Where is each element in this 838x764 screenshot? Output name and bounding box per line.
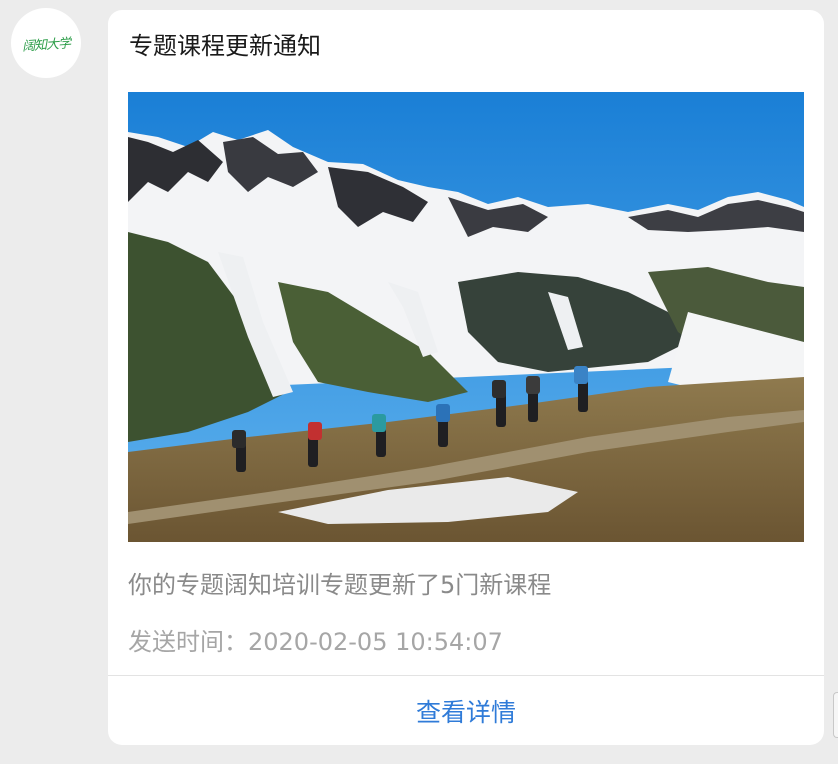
cover-image xyxy=(128,92,804,542)
sender-avatar[interactable]: 阔知大学 xyxy=(11,8,81,78)
notification-card[interactable]: 专题课程更新通知 你的专题阔知培训专题更新了5门新课程 发送时间：2020-02… xyxy=(108,10,824,745)
send-time: 发送时间：2020-02-05 10:54:07 xyxy=(128,628,503,656)
card-title: 专题课程更新通知 xyxy=(129,32,321,60)
view-details-button[interactable]: 查看详情 xyxy=(108,676,824,745)
avatar-logo: 阔知大学 xyxy=(21,35,71,55)
side-tab[interactable] xyxy=(833,692,838,738)
card-description: 你的专题阔知培训专题更新了5门新课程 xyxy=(128,571,552,599)
